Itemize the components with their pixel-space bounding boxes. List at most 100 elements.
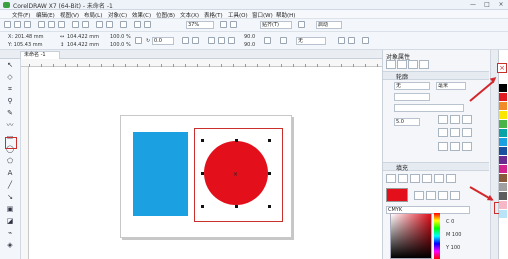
artistic-media-icon[interactable]: 〰 — [5, 121, 15, 130]
shape-tool-icon[interactable]: ◇ — [5, 73, 15, 82]
text-tool-icon[interactable]: A — [5, 169, 15, 178]
outline-unit-dropdown[interactable]: 毫米 — [436, 82, 466, 90]
palette-swatch[interactable] — [499, 165, 507, 174]
selection-handle-bottom-left[interactable] — [201, 205, 204, 208]
guidelines-icon[interactable] — [230, 21, 237, 28]
palette-swatch[interactable] — [499, 156, 507, 165]
cyan-value[interactable]: C 0 — [446, 219, 454, 225]
palette-swatch[interactable] — [499, 201, 507, 210]
position-inside-icon[interactable] — [462, 142, 472, 151]
miter-limit-field[interactable]: 5.0 — [394, 118, 420, 126]
to-front-icon[interactable] — [348, 37, 355, 44]
horizontal-ruler[interactable] — [21, 59, 382, 67]
palette-swatch[interactable] — [499, 120, 507, 129]
new-document-icon[interactable] — [4, 21, 11, 28]
paste-icon[interactable] — [58, 21, 65, 28]
document-tab[interactable]: 未命名 -1 — [20, 51, 60, 59]
open-icon[interactable] — [14, 21, 21, 28]
transparency-tool-icon[interactable]: ◪ — [5, 217, 15, 226]
rulers-icon[interactable] — [144, 21, 151, 28]
rotation-angle-field[interactable]: 0.0 — [152, 37, 174, 45]
corner-miter-icon[interactable] — [438, 115, 448, 124]
end-angle-field[interactable]: 90.0 — [244, 42, 255, 48]
scale-y-field[interactable]: 100.0 — [110, 42, 124, 48]
outline-width-field[interactable]: 无 — [394, 82, 430, 90]
color-blend-icon[interactable] — [450, 191, 460, 200]
freehand-tool-icon[interactable]: ✎ — [5, 109, 15, 118]
selection-handle-top-left[interactable] — [201, 139, 204, 142]
zoom-level-field[interactable]: 37% — [186, 21, 214, 29]
arc-icon[interactable] — [218, 37, 225, 44]
eyedropper-tool-icon[interactable]: ⌁ — [5, 229, 15, 238]
selection-handle-bottom[interactable] — [235, 205, 238, 208]
minimize-button[interactable]: — — [466, 0, 480, 9]
palette-swatch[interactable] — [499, 84, 507, 93]
fill-color-swatch[interactable] — [386, 188, 408, 202]
menu-text[interactable]: 文本(X) — [180, 11, 199, 19]
interactive-fill-icon[interactable]: ◈ — [5, 241, 15, 250]
connector-tool-icon[interactable]: ↘ — [5, 193, 15, 202]
palette-swatch[interactable] — [499, 192, 507, 201]
close-button[interactable]: × — [494, 0, 508, 9]
redo-icon[interactable] — [82, 21, 89, 28]
convert-to-curves-icon[interactable] — [362, 37, 369, 44]
menu-view[interactable]: 视图(V) — [60, 11, 79, 19]
maximize-button[interactable]: □ — [480, 0, 494, 9]
vertical-ruler[interactable] — [21, 67, 29, 259]
menu-effects[interactable]: 效果(C) — [132, 11, 151, 19]
cap-square-icon[interactable] — [438, 128, 448, 137]
palette-swatch[interactable] — [499, 183, 507, 192]
grid-icon[interactable] — [220, 21, 227, 28]
crop-tool-icon[interactable]: ⌗ — [5, 85, 15, 94]
direction-icon[interactable] — [264, 37, 271, 44]
polygon-tool-icon[interactable]: ⬠ — [5, 157, 15, 166]
palette-swatch[interactable] — [499, 111, 507, 120]
mirror-vertical-icon[interactable] — [192, 37, 199, 44]
uniform-fill-icon[interactable] — [398, 174, 408, 183]
texture-fill-icon[interactable] — [446, 174, 456, 183]
lock-ratio-icon[interactable] — [135, 37, 142, 44]
snap-to-dropdown[interactable]: 贴齐(T) — [260, 21, 292, 29]
launch-dropdown[interactable]: 启动 — [316, 21, 342, 29]
mirror-horizontal-icon[interactable] — [182, 37, 189, 44]
menu-window[interactable]: 窗口(W) — [252, 11, 273, 19]
menu-bitmap[interactable]: 位图(B) — [156, 11, 175, 19]
wrap-text-icon[interactable] — [280, 37, 287, 44]
palette-swatch[interactable] — [499, 210, 507, 219]
selection-handle-left[interactable] — [201, 172, 204, 175]
menu-layout[interactable]: 布局(L) — [84, 11, 102, 19]
selection-handle-right[interactable] — [268, 172, 271, 175]
pick-tool-icon[interactable]: ↖ — [5, 61, 15, 70]
outline-tab-icon[interactable] — [386, 60, 396, 69]
magenta-value[interactable]: M 100 — [446, 232, 461, 238]
corner-bevel-icon[interactable] — [462, 115, 472, 124]
full-screen-icon[interactable] — [134, 21, 141, 28]
menu-table[interactable]: 表格(T) — [204, 11, 223, 19]
palette-swatch[interactable] — [499, 129, 507, 138]
hue-slider[interactable] — [434, 213, 440, 259]
selection-handle-top[interactable] — [235, 139, 238, 142]
color-palettes-icon[interactable] — [438, 191, 448, 200]
options-gear-icon[interactable] — [298, 21, 305, 28]
height-field[interactable]: 104.422 mm — [67, 42, 99, 48]
selection-handle-top-right[interactable] — [268, 139, 271, 142]
outline-color-dropdown[interactable] — [394, 93, 430, 101]
palette-swatch[interactable] — [499, 138, 507, 147]
bitmap-pattern-icon[interactable] — [434, 174, 444, 183]
copy-icon[interactable] — [48, 21, 55, 28]
palette-swatch[interactable] — [499, 174, 507, 183]
scale-x-field[interactable]: 100.0 — [110, 34, 124, 40]
menu-tools[interactable]: 工具(O) — [228, 11, 248, 19]
position-y-field[interactable]: Y: 105.43 mm — [8, 42, 43, 48]
cut-icon[interactable] — [38, 21, 45, 28]
to-back-icon[interactable] — [338, 37, 345, 44]
fountain-fill-icon[interactable] — [410, 174, 420, 183]
menu-edit[interactable]: 编辑(E) — [36, 11, 55, 19]
corner-round-icon[interactable] — [450, 115, 460, 124]
cap-extended-icon[interactable] — [462, 128, 472, 137]
zoom-tool-icon[interactable]: ⚲ — [5, 97, 15, 106]
blue-rectangle-shape[interactable] — [133, 132, 188, 216]
publish-pdf-icon[interactable] — [120, 21, 127, 28]
palette-swatch[interactable] — [499, 93, 507, 102]
no-fill-icon[interactable] — [386, 174, 396, 183]
